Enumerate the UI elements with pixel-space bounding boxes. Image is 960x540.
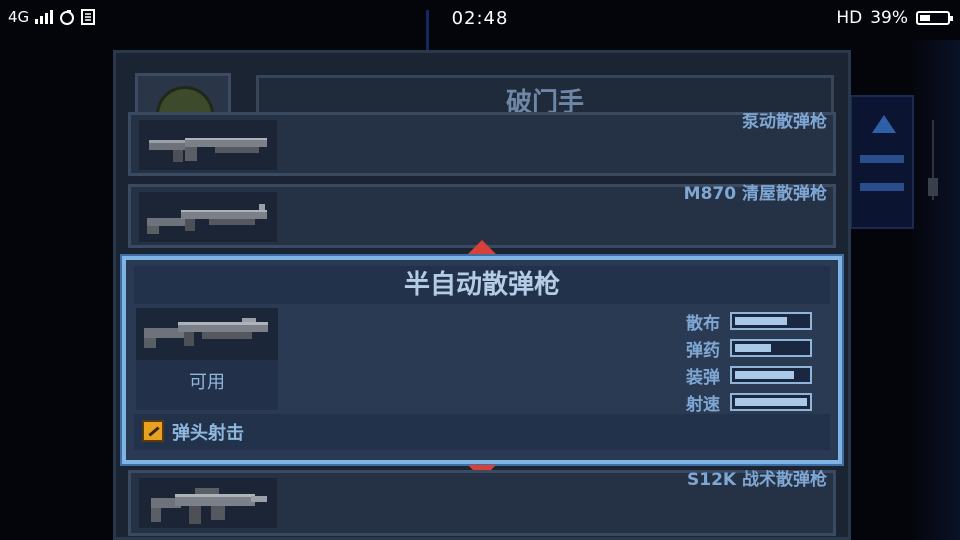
selected-weapon-name: 半自动散弹枪: [134, 266, 830, 304]
stat-bar-fill: [735, 371, 795, 379]
weapon-name: S12K 战术散弹枪: [687, 470, 827, 490]
background-sign: [850, 95, 914, 229]
weapon-row[interactable]: M870 清屋散弹枪: [128, 184, 836, 248]
stat-bar: [730, 366, 812, 384]
m870-shotgun-icon: [147, 204, 267, 234]
background-triangle-icon: [872, 115, 896, 133]
weapon-thumbnail: [139, 120, 277, 170]
weapon-stats: 散布 弹药 装弹 射速: [686, 308, 826, 416]
stat-ammo: 弹药: [686, 335, 826, 362]
weapon-perk: 弹头射击: [134, 414, 830, 450]
availability-label: 可用: [136, 360, 278, 410]
perk-label: 弹头射击: [172, 423, 244, 444]
scroll-up-arrow-icon[interactable]: [468, 240, 496, 254]
background-wire-plug: [928, 178, 938, 196]
background-bar: [860, 155, 904, 163]
battery-percent: 39%: [870, 8, 908, 28]
status-right: HD 39%: [836, 8, 953, 28]
stat-fire-rate: 射速: [686, 389, 826, 416]
weapon-row[interactable]: 泵动散弹枪: [128, 112, 836, 176]
stat-bar-fill: [735, 398, 807, 406]
stat-bar: [730, 339, 812, 357]
stat-label: 装弹: [686, 368, 720, 388]
stat-spread: 散布: [686, 308, 826, 335]
s12k-shotgun-icon: [151, 488, 267, 524]
pump-shotgun-icon: [149, 138, 267, 162]
stat-label: 射速: [686, 395, 720, 415]
stat-bar: [730, 312, 812, 330]
bullet-perk-icon: [142, 420, 164, 442]
selected-weapon-card[interactable]: 半自动散弹枪 可用 散布 弹药 装弹 射速 弹头射击: [120, 254, 844, 466]
weapon-thumbnail: [139, 478, 277, 528]
stat-bar-fill: [735, 317, 787, 325]
stat-reload: 装弹: [686, 362, 826, 389]
stat-bar: [730, 393, 812, 411]
semi-auto-shotgun-icon: [144, 318, 268, 348]
weapon-name: M870 清屋散弹枪: [683, 184, 827, 204]
weapon-row[interactable]: S12K 战术散弹枪: [128, 470, 836, 536]
stat-bar-fill: [735, 344, 771, 352]
hd-label: HD: [836, 8, 863, 28]
battery-icon: [916, 11, 953, 25]
weapon-thumbnail: [139, 192, 277, 242]
stat-label: 散布: [686, 314, 720, 334]
stat-label: 弹药: [686, 341, 720, 361]
background-bar: [860, 183, 904, 191]
background-wall: [912, 40, 960, 540]
status-bar: 4G 02:48 HD 39%: [0, 0, 960, 38]
selected-weapon-thumbnail: [136, 308, 278, 360]
weapon-name: 泵动散弹枪: [742, 112, 827, 132]
clock: 02:48: [451, 8, 509, 29]
